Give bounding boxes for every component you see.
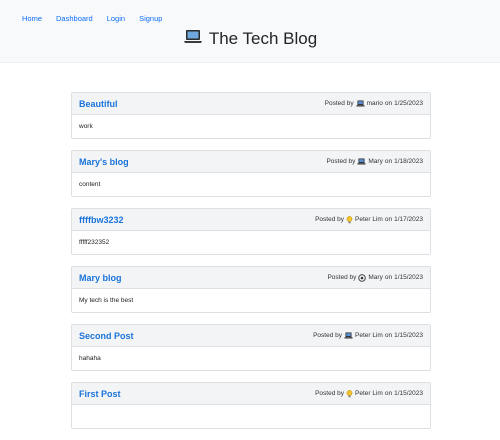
posted-by-label: Posted by: [315, 216, 345, 223]
post-header: Beautiful Posted by mario on 1/25/2023: [72, 93, 430, 115]
post-date: 1/15/2023: [394, 274, 423, 281]
posted-by-label: Posted by: [327, 274, 357, 281]
post-date: 1/15/2023: [394, 332, 423, 339]
post-header: Second Post Posted by Peter Lim on 1/15/…: [72, 325, 430, 347]
post-meta: Posted by Peter Lim on 1/15/2023: [313, 332, 423, 339]
post-author: Peter Lim: [355, 332, 383, 339]
on-label: on: [384, 390, 393, 397]
post-list: Beautiful Posted by mario on 1/25/2023 w…: [71, 92, 431, 440]
post-body: My tech is the best: [79, 297, 134, 304]
post-date: 1/15/2023: [394, 390, 423, 397]
post-meta: Posted by Peter Lim on 1/17/2023: [315, 215, 423, 224]
post-title-link[interactable]: Mary blog: [79, 273, 122, 283]
gear-icon: [358, 273, 367, 282]
posted-by-label: Posted by: [324, 100, 354, 107]
laptop-icon: [344, 332, 353, 339]
post-card: Mary's blog Posted by Mary on 1/18/2023 …: [71, 150, 431, 197]
post-author: mario: [366, 100, 383, 107]
post-body: content: [79, 181, 101, 188]
site-brand: The Tech Blog: [0, 29, 500, 49]
post-date: 1/17/2023: [394, 216, 423, 223]
on-label: on: [384, 332, 393, 339]
post-date: 1/25/2023: [394, 100, 423, 107]
post-card: Beautiful Posted by mario on 1/25/2023 w…: [71, 92, 431, 139]
post-header: First Post Posted by Peter Lim on 1/15/2…: [72, 383, 430, 405]
post-title-link[interactable]: Second Post: [79, 331, 134, 341]
post-meta: Posted by Mary on 1/15/2023: [327, 273, 423, 282]
nav-signup-link[interactable]: Signup: [139, 14, 162, 23]
on-label: on: [384, 274, 393, 281]
post-author: Mary: [368, 158, 383, 165]
on-label: on: [384, 158, 393, 165]
laptop-icon: [183, 29, 203, 49]
on-label: on: [384, 216, 393, 223]
post-card: Mary blog Posted by Mary on 1/15/2023 My…: [71, 266, 431, 313]
post-body: hahaha: [79, 355, 101, 362]
post-card: ffffbw3232 Posted by Peter Lim on 1/17/2…: [71, 208, 431, 255]
post-body: work: [79, 123, 93, 130]
on-label: on: [384, 100, 393, 107]
lightbulb-icon: [346, 215, 353, 224]
post-meta: Posted by mario on 1/25/2023: [325, 100, 423, 107]
post-card: First Post Posted by Peter Lim on 1/15/2…: [71, 382, 431, 429]
post-header: Mary blog Posted by Mary on 1/15/2023: [72, 267, 430, 289]
posted-by-label: Posted by: [315, 390, 345, 397]
laptop-icon: [356, 100, 365, 107]
posted-by-label: Posted by: [326, 158, 356, 165]
post-meta: Posted by Peter Lim on 1/15/2023: [315, 389, 423, 398]
post-body: [72, 405, 430, 428]
post-title-link[interactable]: First Post: [79, 389, 121, 399]
laptop-icon: [357, 158, 366, 165]
post-date: 1/18/2023: [394, 158, 423, 165]
posted-by-label: Posted by: [313, 332, 343, 339]
site-title: The Tech Blog: [208, 29, 318, 48]
site-header: Home Dashboard Login Signup The Tech Blo…: [0, 0, 500, 63]
post-title-link[interactable]: Mary's blog: [79, 157, 129, 167]
post-author: Peter Lim: [355, 216, 383, 223]
top-nav: Home Dashboard Login Signup: [22, 14, 162, 23]
post-card: Second Post Posted by Peter Lim on 1/15/…: [71, 324, 431, 371]
post-header: Mary's blog Posted by Mary on 1/18/2023: [72, 151, 430, 173]
post-title-link[interactable]: Beautiful: [79, 99, 118, 109]
nav-dashboard-link[interactable]: Dashboard: [56, 14, 93, 23]
post-author: Peter Lim: [355, 390, 383, 397]
post-meta: Posted by Mary on 1/18/2023: [326, 158, 423, 165]
lightbulb-icon: [346, 389, 353, 398]
post-header: ffffbw3232 Posted by Peter Lim on 1/17/2…: [72, 209, 430, 231]
nav-login-link[interactable]: Login: [107, 14, 125, 23]
nav-home-link[interactable]: Home: [22, 14, 42, 23]
post-title-link[interactable]: ffffbw3232: [79, 215, 124, 225]
post-author: Mary: [368, 274, 383, 281]
post-body: fffff232352: [79, 239, 110, 246]
